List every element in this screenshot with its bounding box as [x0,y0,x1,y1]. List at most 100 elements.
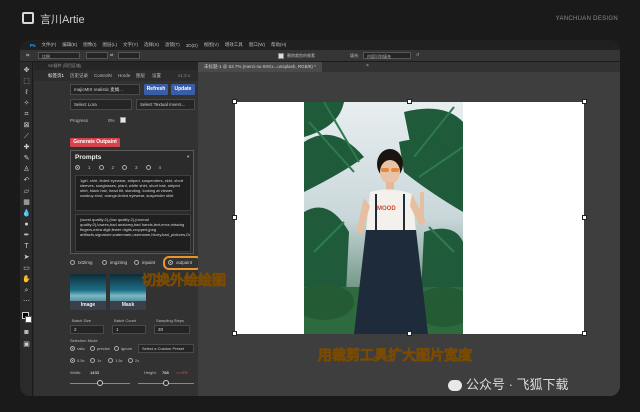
inpaint-radio[interactable] [134,260,139,265]
collapse-icon[interactable]: ▾ [187,154,189,160]
size-1x-radio[interactable] [90,358,95,363]
path-select-tool-icon[interactable]: ➤ [22,253,31,262]
batch-size-input[interactable]: 2 [70,325,104,334]
swap-icon[interactable]: ⇄ [110,52,113,57]
document-tab-close-icon[interactable]: × [366,63,369,69]
ratio-select[interactable]: 比例 [38,52,80,59]
sel-ratio-radio[interactable] [70,346,75,351]
tab-controlnet[interactable]: ControlN [94,73,112,78]
background-color-swatch[interactable] [25,316,32,323]
undo-icon[interactable]: ↺ [416,52,419,57]
generate-outpaint-button[interactable]: Generate Outpaint [70,138,120,147]
update-button[interactable]: Update [171,84,195,95]
ratio-height-field[interactable] [118,52,140,59]
move-tool-icon[interactable]: ✥ [22,66,31,75]
crop-handle-bottom[interactable] [407,331,412,336]
menu-type[interactable]: 文字(Y) [123,42,138,48]
prompt-tab-1-radio[interactable] [75,165,80,170]
size-2x-radio[interactable] [128,358,133,363]
menu-filter[interactable]: 滤镜(T) [165,42,180,48]
hand-tool-icon[interactable]: ✋ [22,275,31,284]
magic-wand-tool-icon[interactable]: ✧ [22,99,31,108]
brush-tool-icon[interactable]: ✎ [22,154,31,163]
negative-prompt-textarea[interactable]: (worst quality:2),(low quality:2),(norma… [75,214,191,252]
delete-cropped-checkbox[interactable] [278,53,284,59]
marquee-tool-icon[interactable]: ⬚ [22,77,31,86]
menu-layer[interactable]: 图层(L) [103,42,118,48]
zoom-tool-icon[interactable]: ⌕ [22,286,31,295]
height-slider-thumb[interactable] [163,380,169,386]
menu-3d[interactable]: 3D(D) [186,43,198,48]
crop-canvas[interactable]: MOOD [232,99,587,336]
shape-tool-icon[interactable]: ▭ [22,264,31,273]
sd-plugin-panel: SD插件 (项目区域) 标签页1 历史记录 ControlN Horde 图层 … [34,62,202,396]
tab-horde[interactable]: Horde [118,73,130,78]
crop-handle-top[interactable] [407,99,412,104]
gradient-tool-icon[interactable]: ▦ [22,198,31,207]
menu-image[interactable]: 图像(I) [83,42,96,48]
prompt-tab-3-radio[interactable] [122,165,128,170]
crop-handle-right[interactable] [582,215,587,220]
wechat-watermark: 公众号 · 飞狐下载 [448,374,569,393]
quick-mask-icon[interactable]: ◙ [22,328,31,337]
lasso-tool-icon[interactable]: ℓ [22,88,31,97]
sel-ignore-radio[interactable] [114,346,119,351]
menu-edit[interactable]: 编辑(E) [62,42,77,48]
textual-inversion-select[interactable]: Select Textual Invers... [136,99,195,110]
ratio-width-field[interactable] [86,52,108,59]
sel-precise-radio[interactable] [90,346,95,351]
prompt-tab-4-radio[interactable] [145,165,151,170]
sampling-steps-input[interactable]: 20 [154,325,190,334]
lora-select[interactable]: Select Lora [70,99,132,110]
menu-window[interactable]: 窗口(W) [249,42,265,48]
pen-tool-icon[interactable]: ✒ [22,231,31,240]
crop-handle-left[interactable] [232,215,237,220]
crop-handle-top-left[interactable] [232,99,237,104]
eyedropper-tool-icon[interactable]: ⟋ [22,132,31,141]
tab-layers[interactable]: 图层 [136,73,145,79]
document-tab[interactable]: 未标题-1 @ 63.7% (merci-su-9XKx...unsplash,… [198,62,322,72]
fill-select[interactable]: 内容识别填充 [363,52,411,59]
positive-prompt-textarea[interactable]: 1girl, shirt, tinted eyewear, striped, s… [75,175,191,211]
batch-count-input[interactable]: 1 [112,325,146,334]
tab-main[interactable]: 标签页1 [48,73,64,79]
size-0-5x-radio[interactable] [70,358,75,363]
ps-logo-icon: Ps [30,42,36,48]
menu-file[interactable]: 文件(F) [42,42,57,48]
menu-plugins[interactable]: 增效工具 [225,42,243,48]
model-select[interactable]: majicMIX realistic 麦橘... [70,84,140,95]
crop-handle-bottom-right[interactable] [582,331,587,336]
eraser-tool-icon[interactable]: ▱ [22,187,31,196]
more-tools-icon[interactable]: ⋯ [22,297,31,306]
prompt-tabs: 1 2 3 4 [75,165,161,170]
fit-link[interactable]: <=>Fit [176,370,187,375]
menu-view[interactable]: 视图(V) [204,42,219,48]
custom-preset-select[interactable]: Select a Custom Preset [138,344,194,353]
progress-checkbox[interactable] [120,117,126,123]
size-1-5x-radio[interactable] [108,358,113,363]
tab-settings[interactable]: 设置 [152,73,161,79]
menu-help[interactable]: 帮助(H) [271,42,286,48]
img2img-label: img2img [110,260,128,265]
crop-tool-icon[interactable]: ⌗ [26,53,29,60]
frame-tool-icon[interactable]: ⊠ [22,121,31,130]
crop-handle-bottom-left[interactable] [232,331,237,336]
mask-thumbnail[interactable]: Mask [110,274,146,310]
refresh-button[interactable]: Refresh [144,84,168,95]
image-thumbnail[interactable]: Image [70,274,106,310]
prompt-tab-2-radio[interactable] [98,165,104,170]
width-slider-thumb[interactable] [97,380,103,386]
healing-tool-icon[interactable]: ✚ [22,143,31,152]
screen-mode-icon[interactable]: ▣ [22,340,31,349]
crop-tool-icon[interactable]: ⌗ [22,110,31,119]
blur-tool-icon[interactable]: 💧 [22,209,31,218]
menu-select[interactable]: 选择(S) [144,42,159,48]
crop-handle-top-right[interactable] [582,99,587,104]
tab-history[interactable]: 历史记录 [70,73,88,79]
history-brush-icon[interactable]: ↶ [22,176,31,185]
dodge-tool-icon[interactable]: ● [22,220,31,229]
type-tool-icon[interactable]: T [22,242,31,251]
stamp-tool-icon[interactable]: ♙ [22,165,31,174]
txt2img-radio[interactable] [70,260,75,265]
img2img-radio[interactable] [102,260,107,265]
